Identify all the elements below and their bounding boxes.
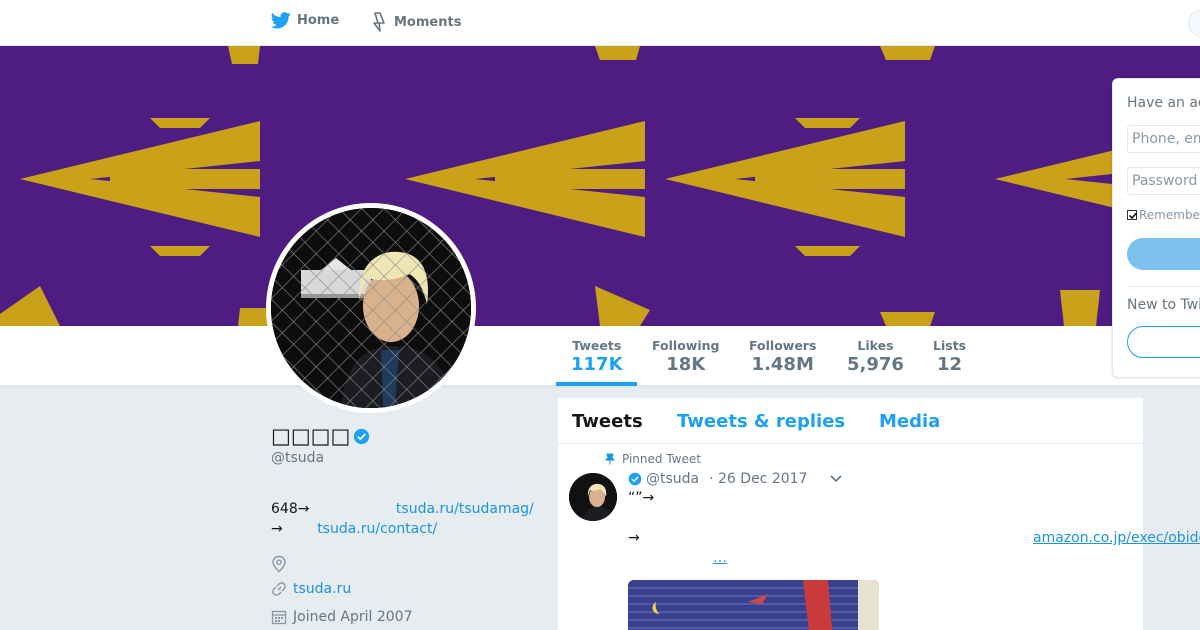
profile-handle: @tsuda bbox=[271, 450, 325, 466]
lightning-icon bbox=[373, 12, 385, 32]
remember-me-checkbox[interactable] bbox=[1127, 210, 1138, 220]
stat-lists-label: Lists bbox=[933, 338, 967, 353]
profile-stats-bar: Tweets 117K Following 18K Followers 1.48… bbox=[0, 326, 1200, 386]
stat-likes[interactable]: Likes 5,976 bbox=[847, 338, 904, 375]
pinned-tweet-label: Pinned Tweet bbox=[604, 452, 701, 466]
twitter-bird-icon bbox=[271, 12, 291, 29]
signup-button[interactable] bbox=[1127, 326, 1200, 358]
tweet-text-line-1: “”→ bbox=[628, 490, 655, 506]
stat-lists[interactable]: Lists 12 bbox=[933, 338, 966, 375]
tweet-media-illustration bbox=[628, 580, 879, 630]
banner-pattern bbox=[0, 46, 1200, 326]
stat-following-value: 18K bbox=[666, 354, 706, 375]
tab-tweets-and-replies[interactable]: Tweets & replies bbox=[677, 411, 845, 432]
remember-me-label: Remember me bbox=[1139, 208, 1200, 222]
website-row: tsuda.ru bbox=[271, 581, 351, 597]
search-input[interactable] bbox=[1188, 9, 1200, 37]
location-pin-icon bbox=[272, 555, 286, 573]
avatar[interactable] bbox=[271, 208, 471, 408]
stat-following-label: Following bbox=[652, 338, 720, 353]
login-panel: Have an account? Phone, email or usernam… bbox=[1112, 78, 1200, 378]
location-row bbox=[271, 555, 287, 573]
timeline-panel: Tweets Tweets & replies Media Pinned Twe… bbox=[557, 397, 1200, 630]
profile-name-text: □□□□ bbox=[271, 424, 351, 448]
pinned-tweet-text: Pinned Tweet bbox=[622, 452, 701, 466]
nav-moments-link[interactable]: Moments bbox=[372, 12, 461, 32]
pin-icon bbox=[604, 453, 616, 465]
stat-likes-label: Likes bbox=[857, 338, 894, 353]
tweet-text-line-2: → bbox=[628, 530, 640, 546]
stat-lists-value: 12 bbox=[937, 354, 963, 375]
link-icon bbox=[272, 582, 286, 596]
stat-likes-value: 5,976 bbox=[847, 354, 904, 375]
verified-badge-icon bbox=[628, 472, 642, 486]
avatar-photo bbox=[271, 208, 471, 408]
stat-followers-label: Followers bbox=[749, 338, 817, 353]
checkmark-icon bbox=[1128, 212, 1138, 220]
tweet-author-handle[interactable]: @tsuda bbox=[646, 471, 699, 487]
bio-link-contact[interactable]: tsuda.ru/contact/ bbox=[317, 521, 437, 537]
stat-followers-value: 1.48M bbox=[751, 354, 814, 375]
tweet-header: @tsuda · 26 Dec 2017 bbox=[628, 471, 843, 487]
tab-media[interactable]: Media bbox=[879, 411, 940, 432]
username-input[interactable]: Phone, email or username bbox=[1127, 125, 1200, 153]
bio-link-tsudamag[interactable]: tsuda.ru/tsudamag/ bbox=[396, 501, 534, 517]
active-stat-underline bbox=[556, 382, 637, 386]
tweet-amazon-link[interactable]: amazon.co.jp/exec/obidos/ASIN/ bbox=[1033, 530, 1200, 546]
profile-banner-image bbox=[0, 46, 1200, 326]
tab-tweets[interactable]: Tweets bbox=[572, 411, 643, 432]
tweet-avatar-photo bbox=[569, 473, 617, 521]
stat-tweets[interactable]: Tweets 117K bbox=[571, 338, 623, 375]
nav-home-label: Home bbox=[297, 13, 340, 28]
bio-line-2-text: → bbox=[271, 521, 283, 537]
login-title: Have an account? bbox=[1127, 95, 1200, 111]
top-navigation-bar: Home Moments bbox=[0, 0, 1200, 46]
tweet-more-link[interactable]: … bbox=[713, 550, 727, 566]
tweet-date[interactable]: · 26 Dec 2017 bbox=[709, 471, 807, 487]
website-link[interactable]: tsuda.ru bbox=[293, 581, 351, 597]
bio-line-1-text: 648→ bbox=[271, 501, 310, 517]
login-button[interactable] bbox=[1127, 238, 1200, 270]
remember-me-row[interactable]: Remember me bbox=[1127, 208, 1200, 222]
verified-badge-icon bbox=[354, 428, 370, 444]
timeline-tabs: Tweets Tweets & replies Media bbox=[558, 398, 1143, 444]
joined-row: Joined April 2007 bbox=[271, 609, 413, 625]
stat-following[interactable]: Following 18K bbox=[652, 338, 719, 375]
stat-tweets-label: Tweets bbox=[572, 338, 622, 353]
bio-line-2: → tsuda.ru/contact/ bbox=[271, 521, 437, 537]
password-input[interactable]: Password bbox=[1127, 167, 1200, 195]
tweet-avatar[interactable] bbox=[569, 473, 617, 521]
new-to-twitter-label: New to Twitter? bbox=[1127, 297, 1200, 313]
stat-tweets-value: 117K bbox=[571, 354, 623, 375]
tweet-media-image[interactable] bbox=[628, 580, 879, 630]
bio-line-1: 648→ tsuda.ru/tsudamag/ bbox=[271, 501, 534, 517]
login-divider bbox=[1127, 286, 1200, 287]
calendar-icon bbox=[271, 610, 287, 625]
stat-followers[interactable]: Followers 1.48M bbox=[749, 338, 816, 375]
chevron-down-icon[interactable] bbox=[829, 474, 843, 484]
nav-moments-label: Moments bbox=[394, 14, 462, 30]
joined-text: Joined April 2007 bbox=[293, 609, 413, 625]
nav-home-link[interactable]: Home bbox=[271, 12, 339, 29]
profile-name: □□□□ bbox=[271, 424, 370, 448]
